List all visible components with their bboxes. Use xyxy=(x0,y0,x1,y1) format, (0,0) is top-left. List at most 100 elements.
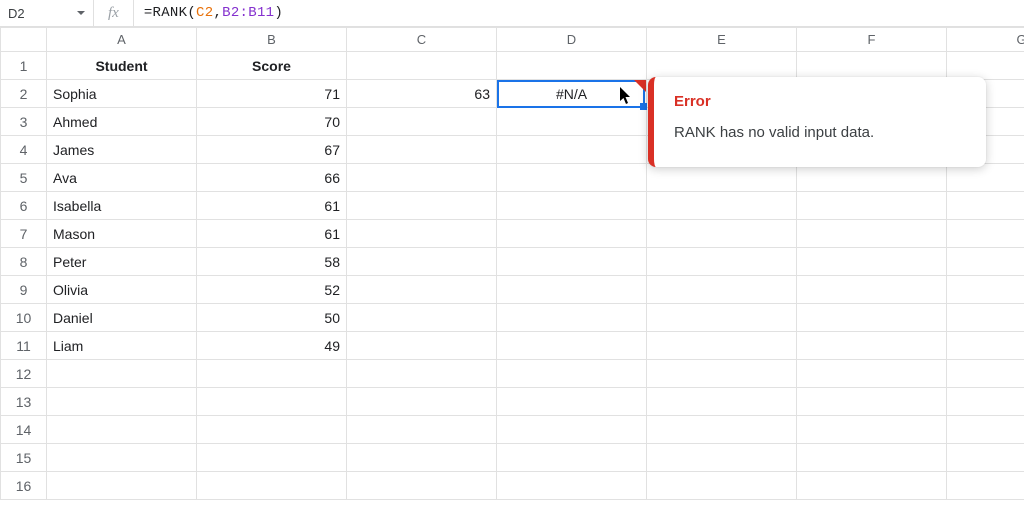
row-header[interactable]: 1 xyxy=(1,52,47,80)
cell-B3[interactable]: 70 xyxy=(197,108,347,136)
cell-B15[interactable] xyxy=(197,444,347,472)
cell-E11[interactable] xyxy=(647,332,797,360)
cell-F8[interactable] xyxy=(797,248,947,276)
cell-B10[interactable]: 50 xyxy=(197,304,347,332)
cell-D2[interactable]: #N/A xyxy=(497,80,647,108)
cell-C14[interactable] xyxy=(347,416,497,444)
cell-C8[interactable] xyxy=(347,248,497,276)
cell-F15[interactable] xyxy=(797,444,947,472)
cell-C9[interactable] xyxy=(347,276,497,304)
cell-A8[interactable]: Peter xyxy=(47,248,197,276)
row-header[interactable]: 3 xyxy=(1,108,47,136)
cell-B1[interactable]: Score xyxy=(197,52,347,80)
cell-D10[interactable] xyxy=(497,304,647,332)
cell-G16[interactable] xyxy=(947,472,1024,500)
cell-B8[interactable]: 58 xyxy=(197,248,347,276)
cell-E6[interactable] xyxy=(647,192,797,220)
col-header-B[interactable]: B xyxy=(197,28,347,52)
cell-A6[interactable]: Isabella xyxy=(47,192,197,220)
cell-D14[interactable] xyxy=(497,416,647,444)
cell-C4[interactable] xyxy=(347,136,497,164)
cell-B5[interactable]: 66 xyxy=(197,164,347,192)
row-header[interactable]: 7 xyxy=(1,220,47,248)
cell-E5[interactable] xyxy=(647,164,797,192)
cell-G8[interactable] xyxy=(947,248,1024,276)
cell-C16[interactable] xyxy=(347,472,497,500)
cell-D5[interactable] xyxy=(497,164,647,192)
col-header-D[interactable]: D xyxy=(497,28,647,52)
cell-D7[interactable] xyxy=(497,220,647,248)
cell-D1[interactable] xyxy=(497,52,647,80)
cell-B11[interactable]: 49 xyxy=(197,332,347,360)
cell-G12[interactable] xyxy=(947,360,1024,388)
cell-D3[interactable] xyxy=(497,108,647,136)
cell-F13[interactable] xyxy=(797,388,947,416)
row-header[interactable]: 8 xyxy=(1,248,47,276)
cell-E7[interactable] xyxy=(647,220,797,248)
cell-A10[interactable]: Daniel xyxy=(47,304,197,332)
row-header[interactable]: 12 xyxy=(1,360,47,388)
row-header[interactable]: 15 xyxy=(1,444,47,472)
cell-D12[interactable] xyxy=(497,360,647,388)
cell-A11[interactable]: Liam xyxy=(47,332,197,360)
cell-F7[interactable] xyxy=(797,220,947,248)
cell-C12[interactable] xyxy=(347,360,497,388)
col-header-F[interactable]: F xyxy=(797,28,947,52)
cell-E15[interactable] xyxy=(647,444,797,472)
cell-B4[interactable]: 67 xyxy=(197,136,347,164)
cell-A16[interactable] xyxy=(47,472,197,500)
row-header[interactable]: 13 xyxy=(1,388,47,416)
cell-F9[interactable] xyxy=(797,276,947,304)
cell-C7[interactable] xyxy=(347,220,497,248)
cell-G5[interactable] xyxy=(947,164,1024,192)
row-header[interactable]: 4 xyxy=(1,136,47,164)
row-header[interactable]: 10 xyxy=(1,304,47,332)
row-header[interactable]: 2 xyxy=(1,80,47,108)
col-header-G[interactable]: G xyxy=(947,28,1024,52)
cell-F10[interactable] xyxy=(797,304,947,332)
cell-E9[interactable] xyxy=(647,276,797,304)
cell-D15[interactable] xyxy=(497,444,647,472)
row-header[interactable]: 11 xyxy=(1,332,47,360)
cell-G1[interactable] xyxy=(947,52,1024,80)
cell-A2[interactable]: Sophia xyxy=(47,80,197,108)
name-box[interactable]: D2 xyxy=(0,0,94,26)
cell-A3[interactable]: Ahmed xyxy=(47,108,197,136)
cell-G14[interactable] xyxy=(947,416,1024,444)
cell-E16[interactable] xyxy=(647,472,797,500)
cell-D13[interactable] xyxy=(497,388,647,416)
cell-B13[interactable] xyxy=(197,388,347,416)
cell-C10[interactable] xyxy=(347,304,497,332)
cell-D11[interactable] xyxy=(497,332,647,360)
cell-G6[interactable] xyxy=(947,192,1024,220)
cell-C13[interactable] xyxy=(347,388,497,416)
cell-B7[interactable]: 61 xyxy=(197,220,347,248)
row-header[interactable]: 9 xyxy=(1,276,47,304)
cell-G10[interactable] xyxy=(947,304,1024,332)
cell-D6[interactable] xyxy=(497,192,647,220)
cell-A5[interactable]: Ava xyxy=(47,164,197,192)
cell-A12[interactable] xyxy=(47,360,197,388)
cell-B16[interactable] xyxy=(197,472,347,500)
cell-G11[interactable] xyxy=(947,332,1024,360)
cell-A15[interactable] xyxy=(47,444,197,472)
row-header[interactable]: 14 xyxy=(1,416,47,444)
cell-F5[interactable] xyxy=(797,164,947,192)
cell-F6[interactable] xyxy=(797,192,947,220)
cell-B6[interactable]: 61 xyxy=(197,192,347,220)
cell-D16[interactable] xyxy=(497,472,647,500)
cell-B9[interactable]: 52 xyxy=(197,276,347,304)
cell-A7[interactable]: Mason xyxy=(47,220,197,248)
cell-F14[interactable] xyxy=(797,416,947,444)
col-header-C[interactable]: C xyxy=(347,28,497,52)
cell-E8[interactable] xyxy=(647,248,797,276)
cell-G13[interactable] xyxy=(947,388,1024,416)
cell-C15[interactable] xyxy=(347,444,497,472)
col-header-A[interactable]: A xyxy=(47,28,197,52)
col-header-E[interactable]: E xyxy=(647,28,797,52)
cell-A1[interactable]: Student xyxy=(47,52,197,80)
cell-B12[interactable] xyxy=(197,360,347,388)
cell-C11[interactable] xyxy=(347,332,497,360)
select-all-corner[interactable] xyxy=(1,28,47,52)
cell-A4[interactable]: James xyxy=(47,136,197,164)
